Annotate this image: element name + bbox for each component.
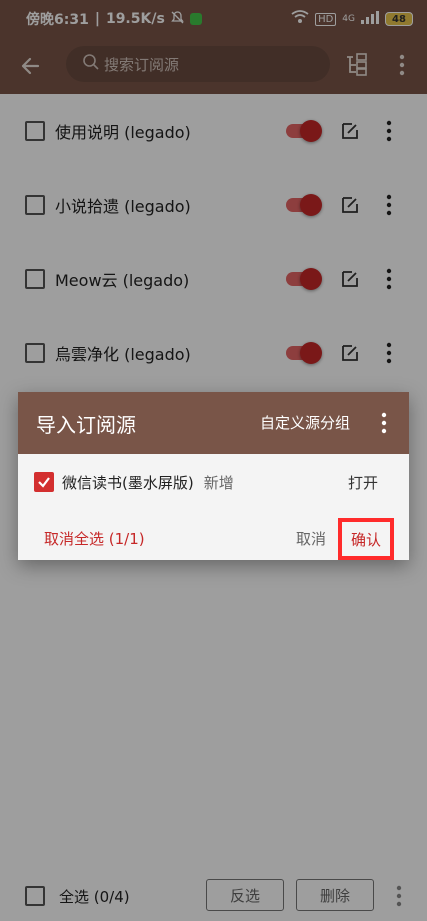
import-item-name: 微信读书(墨水屏版) [62,473,194,492]
deselect-all-button[interactable]: 取消全选 (1/1) [44,528,145,549]
custom-group-button[interactable]: 自定义源分组 [260,412,350,433]
import-item-status: 新增 [203,473,234,492]
dialog-header: 导入订阅源 自定义源分组 [18,392,409,454]
checkmark-icon [38,477,50,488]
dialog-actions: 取消全选 (1/1) 取消 确认 [18,516,409,560]
cancel-button[interactable]: 取消 [296,528,326,549]
confirm-button[interactable]: 确认 [338,518,394,560]
open-button[interactable]: 打开 [348,472,378,493]
import-item-checkbox[interactable] [34,472,54,492]
import-dialog: 导入订阅源 自定义源分组 微信读书(墨水屏版) 新增 打开 取消全选 (1/1)… [18,392,409,560]
import-item: 微信读书(墨水屏版) 新增 打开 [18,454,409,510]
dialog-more-icon[interactable] [378,412,390,434]
dialog-title: 导入订阅源 [36,412,136,437]
